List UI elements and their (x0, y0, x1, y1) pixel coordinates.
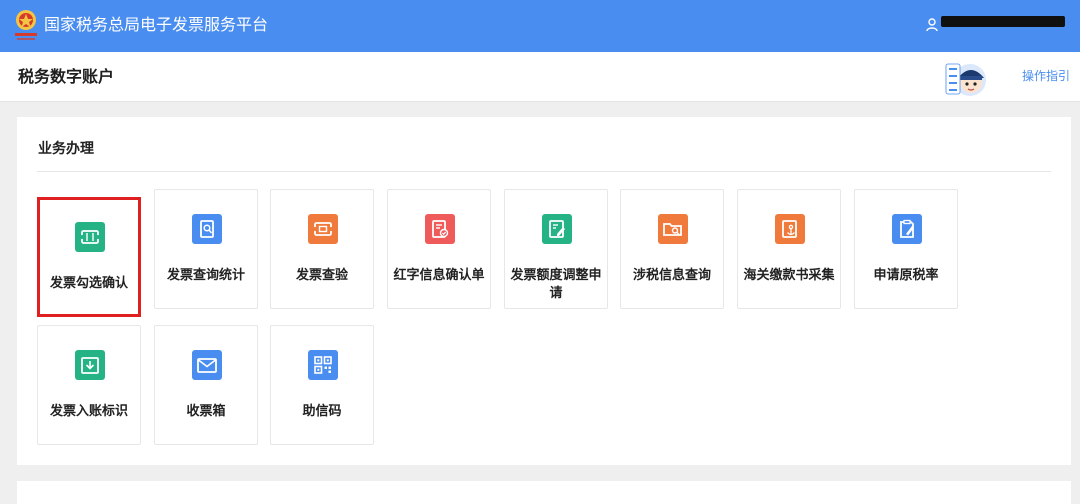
tile-label: 发票查询统计 (166, 268, 245, 283)
tile-label: 申请原税率 (873, 268, 939, 283)
tile-apply-original-tax-rate[interactable]: 申请原税率 (854, 189, 958, 309)
tile-label: 红字信息确认单 (393, 268, 485, 283)
tile-label: 发票额度调整申请 (510, 268, 602, 301)
operation-guide-link[interactable]: 操作指引 (1022, 68, 1070, 84)
tile-label: 助信码 (302, 404, 342, 419)
user-name-redacted[interactable] (941, 16, 1065, 27)
bottom-panel (17, 481, 1071, 504)
page-title: 税务数字账户 (18, 67, 115, 86)
document-search-icon (192, 214, 222, 244)
sub-header: 税务数字账户 操作指引 (0, 52, 1080, 102)
tile-invoice-accounting-mark[interactable]: 发票入账标识 (37, 325, 141, 445)
tax-assistant-mascot-icon[interactable] (944, 58, 988, 100)
business-panel: 业务办理 发票勾选确认 发票查询统计 发票查验 红字信息确认单 发票额度调整申请… (17, 117, 1071, 465)
section-title: 业务办理 (38, 141, 94, 157)
tile-label: 海关缴款书采集 (743, 268, 835, 283)
user-icon (926, 18, 938, 32)
inbox-download-icon (75, 350, 105, 380)
tile-invoice-selection-confirm[interactable]: 发票勾选确认 (37, 197, 141, 317)
tile-invoice-query-stats[interactable]: 发票查询统计 (154, 189, 258, 309)
document-edit-icon (542, 214, 572, 244)
invoice-ticket-icon (75, 222, 105, 252)
ticket-check-icon (308, 214, 338, 244)
tile-customs-payment-collect[interactable]: 海关缴款书采集 (737, 189, 841, 309)
tile-label: 涉税信息查询 (632, 268, 711, 283)
tax-emblem-logo (15, 10, 37, 40)
tile-invoice-inbox[interactable]: 收票箱 (154, 325, 258, 445)
section-divider (37, 171, 1051, 172)
qr-code-icon (308, 350, 338, 380)
mail-icon (192, 350, 222, 380)
folder-search-icon (658, 214, 688, 244)
document-anchor-icon (775, 214, 805, 244)
tile-invoice-verify[interactable]: 发票查验 (270, 189, 374, 309)
tile-label: 收票箱 (186, 404, 226, 419)
app-title: 国家税务总局电子发票服务平台 (44, 15, 269, 34)
clipboard-edit-icon (892, 214, 922, 244)
tile-credit-code[interactable]: 助信码 (270, 325, 374, 445)
tile-label: 发票入账标识 (49, 404, 128, 419)
tile-invoice-quota-adjust[interactable]: 发票额度调整申请 (504, 189, 608, 309)
tile-label: 发票查验 (295, 268, 348, 283)
document-check-icon (425, 214, 455, 244)
top-bar: 国家税务总局电子发票服务平台 (0, 0, 1080, 52)
tile-red-info-confirm[interactable]: 红字信息确认单 (387, 189, 491, 309)
tile-label: 发票勾选确认 (49, 276, 128, 291)
tile-tax-info-query[interactable]: 涉税信息查询 (620, 189, 724, 309)
